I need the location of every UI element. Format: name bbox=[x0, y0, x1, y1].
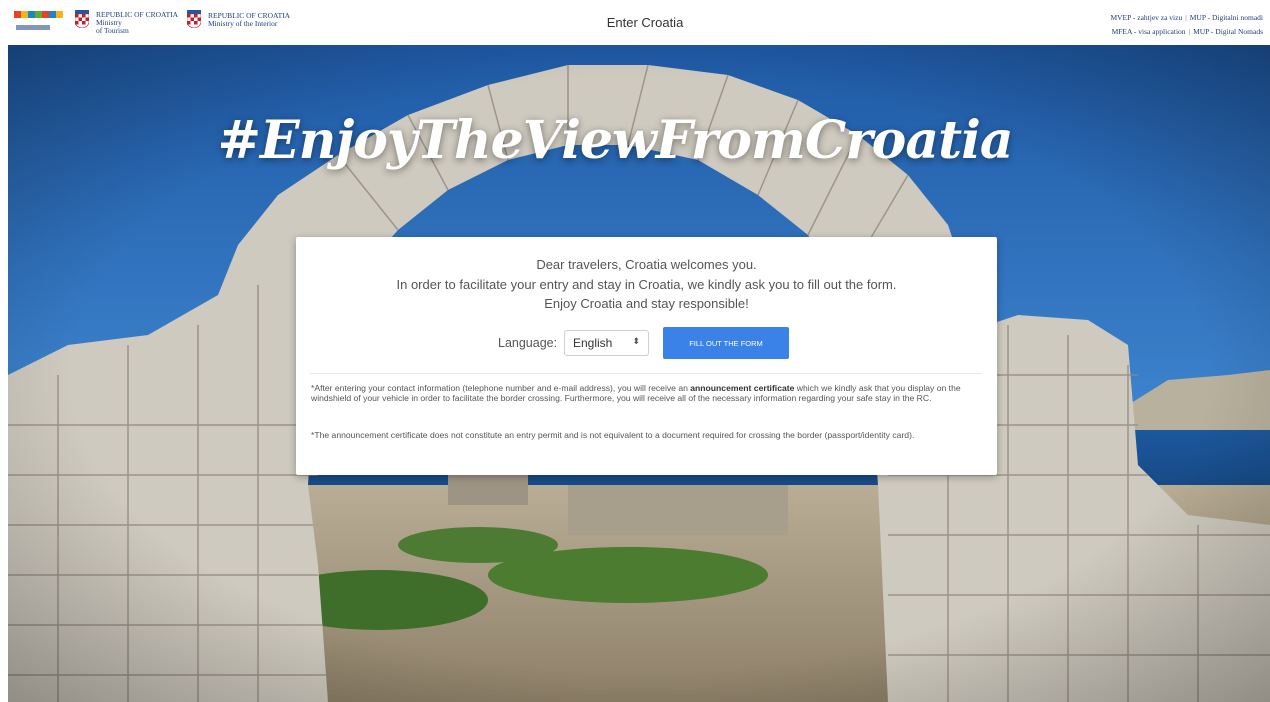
ministry-interior-line2: Ministry of the Interior bbox=[208, 19, 278, 28]
select-caret-icon: ⬍ bbox=[632, 336, 640, 346]
link-mvep-visa-request[interactable]: MVEP - zahtjev za vizu bbox=[1110, 13, 1182, 22]
welcome-line-2: In order to facilitate your entry and st… bbox=[396, 276, 897, 292]
welcome-card: Dear travelers, Croatia welcomes you. In… bbox=[296, 237, 997, 475]
header-links: MVEP - zahtjev za vizu | MUP - Digitalni n… bbox=[1110, 13, 1263, 36]
croatian-coat-of-arms-icon bbox=[74, 10, 90, 29]
link-mfea-visa-application[interactable]: MFEA - visa application bbox=[1112, 27, 1186, 36]
hero-slogan: #EnjoyTheViewFromCroatia bbox=[217, 110, 1013, 171]
language-row: Language: English ⬍ FILL OUT THE FORM bbox=[296, 327, 997, 359]
entry-permit-disclaimer: *The announcement certificate does not c… bbox=[311, 430, 915, 440]
ministry-of-tourism-label[interactable]: REPUBLIC OF CROATIA Ministry of Tourism bbox=[96, 11, 178, 35]
welcome-line-1: Dear travelers, Croatia welcomes you. bbox=[536, 257, 757, 272]
top-header: REPUBLIC OF CROATIA Ministry of Tourism … bbox=[0, 0, 1270, 45]
welcome-line-3: Enjoy Croatia and stay responsible! bbox=[544, 296, 749, 311]
ministry-of-interior-label[interactable]: REPUBLIC OF CROATIA Ministry of the Inte… bbox=[208, 12, 290, 28]
language-label: Language: bbox=[498, 336, 558, 350]
page-title: Enter Croatia bbox=[606, 15, 684, 30]
language-select[interactable]: English ⬍ bbox=[564, 330, 649, 356]
note1-bold-term: announcement certificate bbox=[690, 383, 795, 393]
divider bbox=[310, 373, 982, 374]
fill-out-form-button[interactable]: FILL OUT THE FORM bbox=[663, 327, 789, 359]
announcement-certificate-note: *After entering your contact information… bbox=[311, 383, 983, 404]
welcome-message: Dear travelers, Croatia welcomes you. In… bbox=[296, 255, 997, 314]
link-mup-digital-nomads-en[interactable]: MUP - Digital Nomads bbox=[1193, 27, 1263, 36]
link-mup-digital-nomads-hr[interactable]: MUP - Digitalni nomadi bbox=[1190, 13, 1263, 22]
note1-text-start: *After entering your contact information… bbox=[311, 383, 691, 393]
croatia-tourism-logo[interactable] bbox=[12, 8, 72, 36]
croatian-coat-of-arms-icon bbox=[186, 10, 202, 29]
language-selected-value: English bbox=[573, 336, 613, 350]
ministry-tourism-line3: of Tourism bbox=[96, 26, 129, 35]
